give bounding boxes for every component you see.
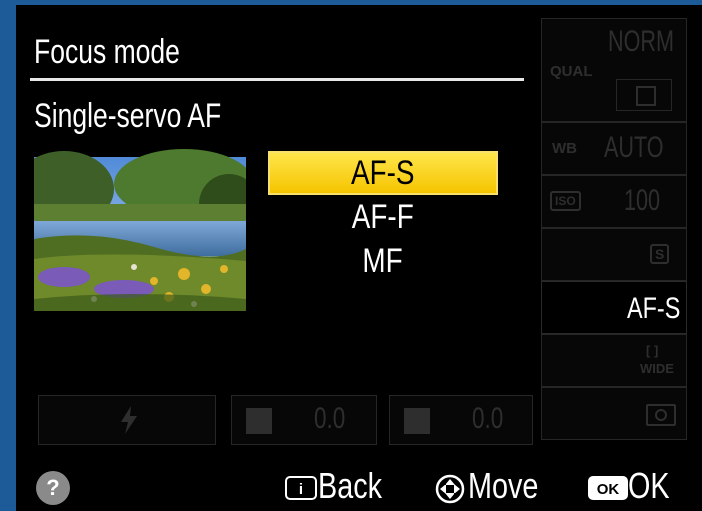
option-label: AF-F	[352, 197, 414, 236]
quality-value: NORM	[608, 25, 674, 58]
ok-label[interactable]: OK	[628, 465, 670, 507]
metering-cell	[541, 387, 687, 440]
camera-lcd-screen: Focus mode Single-servo AF AF-S AF-F MF …	[16, 5, 702, 511]
title-divider	[30, 78, 524, 81]
multi-selector-icon	[435, 474, 465, 504]
help-icon[interactable]: ?	[36, 471, 70, 505]
flash-icon	[121, 406, 137, 434]
current-setting-label: Single-servo AF	[34, 97, 222, 135]
move-label[interactable]: Move	[468, 465, 538, 507]
wb-label: WB	[552, 140, 577, 157]
iso-label: ISO	[550, 191, 581, 211]
focus-mode-cell: AF-S	[541, 281, 687, 334]
back-label[interactable]: Back	[318, 465, 382, 507]
metering-icon	[646, 404, 676, 426]
af-area-mode: WIDE	[640, 361, 674, 376]
wb-value: AUTO	[604, 131, 664, 164]
option-af-s[interactable]: AF-S	[268, 151, 498, 195]
exposure-comp-value: 0.0	[472, 402, 504, 435]
flash-comp-value: 0.0	[314, 402, 346, 435]
iso-value: 100	[624, 184, 661, 217]
flash-mode-cell	[38, 395, 216, 445]
focus-mode-options: AF-S AF-F MF	[268, 151, 498, 283]
option-label: MF	[362, 241, 404, 280]
release-mode-cell: S	[541, 228, 687, 281]
option-label: AF-S	[351, 153, 415, 192]
preview-photo	[34, 149, 246, 311]
option-mf[interactable]: MF	[268, 239, 498, 283]
release-mode-value: S	[650, 244, 670, 264]
af-area-cell: [ ] WIDE	[541, 334, 687, 387]
quality-label: QUAL	[550, 63, 593, 80]
option-af-f[interactable]: AF-F	[268, 195, 498, 239]
quality-cell: QUAL NORM	[541, 18, 687, 122]
af-area-bracket: [ ]	[646, 343, 659, 358]
info-button-icon: i	[285, 476, 317, 500]
image-size-icon	[616, 79, 672, 111]
iso-cell: ISO 100	[541, 175, 687, 228]
white-balance-cell: WB AUTO	[541, 122, 687, 175]
exposure-compensation-cell: 0.0	[389, 395, 533, 445]
ok-button-icon: OK	[588, 476, 628, 500]
menu-title: Focus mode	[34, 33, 180, 71]
exposure-comp-icon	[404, 408, 430, 434]
focus-mode-value: AF-S	[626, 292, 680, 325]
flash-compensation-cell: 0.0	[231, 395, 377, 445]
flash-comp-icon	[246, 408, 272, 434]
